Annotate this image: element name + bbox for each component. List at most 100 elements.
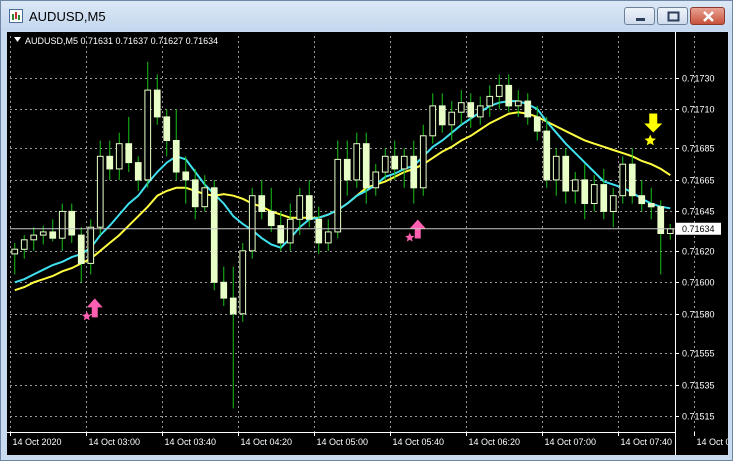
time-tick-label: 14 Oct 04:20 <box>241 437 293 447</box>
bear-candle <box>562 155 570 192</box>
price-tick-label: 0.71515 <box>682 412 715 422</box>
bear-candle <box>49 231 57 239</box>
bull-candle <box>571 179 579 192</box>
bear-candle <box>410 155 418 189</box>
bear-candle <box>600 184 608 212</box>
maximize-button[interactable] <box>657 7 688 25</box>
bear-candle <box>467 102 475 118</box>
bull-candle <box>96 155 104 228</box>
bear-candle <box>581 179 589 204</box>
price-chart[interactable]: 0.71730 0.71710 0.71685 0.71665 0.71645 0.716… <box>7 32 728 455</box>
sell-arrow-icon <box>644 113 663 133</box>
bull-candle <box>495 84 503 97</box>
bull-candle <box>324 231 332 244</box>
bull-candle <box>334 158 342 233</box>
bull-candle <box>666 228 674 235</box>
bull-candle <box>286 218 294 244</box>
bear-candle <box>533 116 541 132</box>
bear-candle <box>638 195 646 205</box>
bear-candle <box>524 100 532 118</box>
bull-candle <box>20 239 28 250</box>
bear-candle <box>505 84 513 107</box>
time-tick-label: 14 Oct 07:00 <box>545 437 597 447</box>
window-title: AUDUSD,M5 <box>29 9 106 24</box>
bear-candle <box>277 225 285 244</box>
bear-candle <box>267 210 275 227</box>
bear-candle <box>191 179 199 208</box>
time-tick-label: 14 Oct 06:20 <box>469 437 521 447</box>
current-price-label: 0.71634 <box>682 224 715 234</box>
bear-candle <box>182 171 190 181</box>
bear-candle <box>543 130 551 181</box>
bull-candle <box>429 105 437 137</box>
price-tick-label: 0.71685 <box>682 144 715 154</box>
bear-candle <box>391 155 399 170</box>
bear-candle <box>628 163 636 197</box>
time-tick-label: 14 Oct 07:40 <box>621 437 673 447</box>
chart-app-icon <box>9 9 23 23</box>
time-tick-label: 14 Oct 03:00 <box>89 437 141 447</box>
bull-candle <box>381 155 389 173</box>
chart-menu-triangle-icon[interactable] <box>14 37 21 42</box>
price-tick-label: 0.71555 <box>682 349 715 359</box>
time-tick-label: 14 Oct 05:40 <box>393 437 445 447</box>
bull-candle <box>11 248 19 255</box>
bull-candle <box>30 234 38 241</box>
price-tick-label: 0.71665 <box>682 176 715 186</box>
bear-candle <box>315 218 323 244</box>
bull-candle <box>609 195 617 212</box>
bear-candle <box>229 297 237 315</box>
bear-candle <box>258 195 266 212</box>
bull-candle <box>115 143 123 170</box>
bull-candle <box>619 163 627 197</box>
time-tick-label: 14 Oct 2020 <box>13 437 62 447</box>
bear-candle <box>68 210 76 236</box>
time-tick-label: 14 Oct 08:20 <box>697 437 729 447</box>
ma-fast-line <box>14 100 671 284</box>
price-tick-label: 0.71645 <box>682 207 715 217</box>
bull-candle <box>486 95 494 107</box>
bull-candle <box>552 155 560 181</box>
bear-candle <box>220 281 228 299</box>
bear-candle <box>163 116 171 142</box>
price-tick-label: 0.71535 <box>682 381 715 391</box>
bear-candle <box>657 206 665 234</box>
bull-candle <box>58 210 66 239</box>
sell-star-icon <box>644 134 656 146</box>
bull-candle <box>353 143 361 181</box>
bull-candle <box>448 111 456 126</box>
bull-candle <box>239 250 247 315</box>
bear-candle <box>77 234 85 265</box>
time-tick-label: 14 Oct 05:00 <box>317 437 369 447</box>
chart-window: AUDUSD,M5 0.71730 0.71710 0.71685 0.71665 0.… <box>0 0 733 461</box>
bull-candle <box>590 184 598 205</box>
bull-candle <box>248 195 256 252</box>
bull-candle <box>514 100 522 107</box>
bear-candle <box>305 195 313 220</box>
ma-slow-line <box>14 111 671 292</box>
maximize-icon <box>667 11 680 22</box>
title-bar[interactable]: AUDUSD,M5 <box>1 1 732 31</box>
time-tick-label: 14 Oct 03:40 <box>165 437 217 447</box>
bear-candle <box>106 155 114 170</box>
bear-candle <box>134 162 142 181</box>
bear-candle <box>210 187 218 283</box>
close-icon <box>703 11 714 22</box>
price-tick-label: 0.71620 <box>682 247 715 257</box>
minimize-button[interactable] <box>624 7 655 25</box>
bull-candle <box>457 102 465 113</box>
bull-candle <box>296 195 304 220</box>
price-tick-label: 0.71710 <box>682 105 715 115</box>
bull-candle <box>39 231 47 236</box>
candlestick-chart[interactable]: 0.71730 0.71710 0.71685 0.71665 0.71645 0.716… <box>7 32 728 455</box>
bear-candle <box>438 105 446 126</box>
bull-candle <box>201 187 209 208</box>
minimize-icon <box>636 18 645 21</box>
buy-star-icon <box>82 311 92 321</box>
price-tick-label: 0.71580 <box>682 310 715 320</box>
price-tick-label: 0.71600 <box>682 278 715 288</box>
close-button[interactable] <box>690 7 725 25</box>
bull-candle <box>476 105 484 118</box>
buy-star-icon <box>405 232 415 242</box>
bear-candle <box>647 203 655 208</box>
